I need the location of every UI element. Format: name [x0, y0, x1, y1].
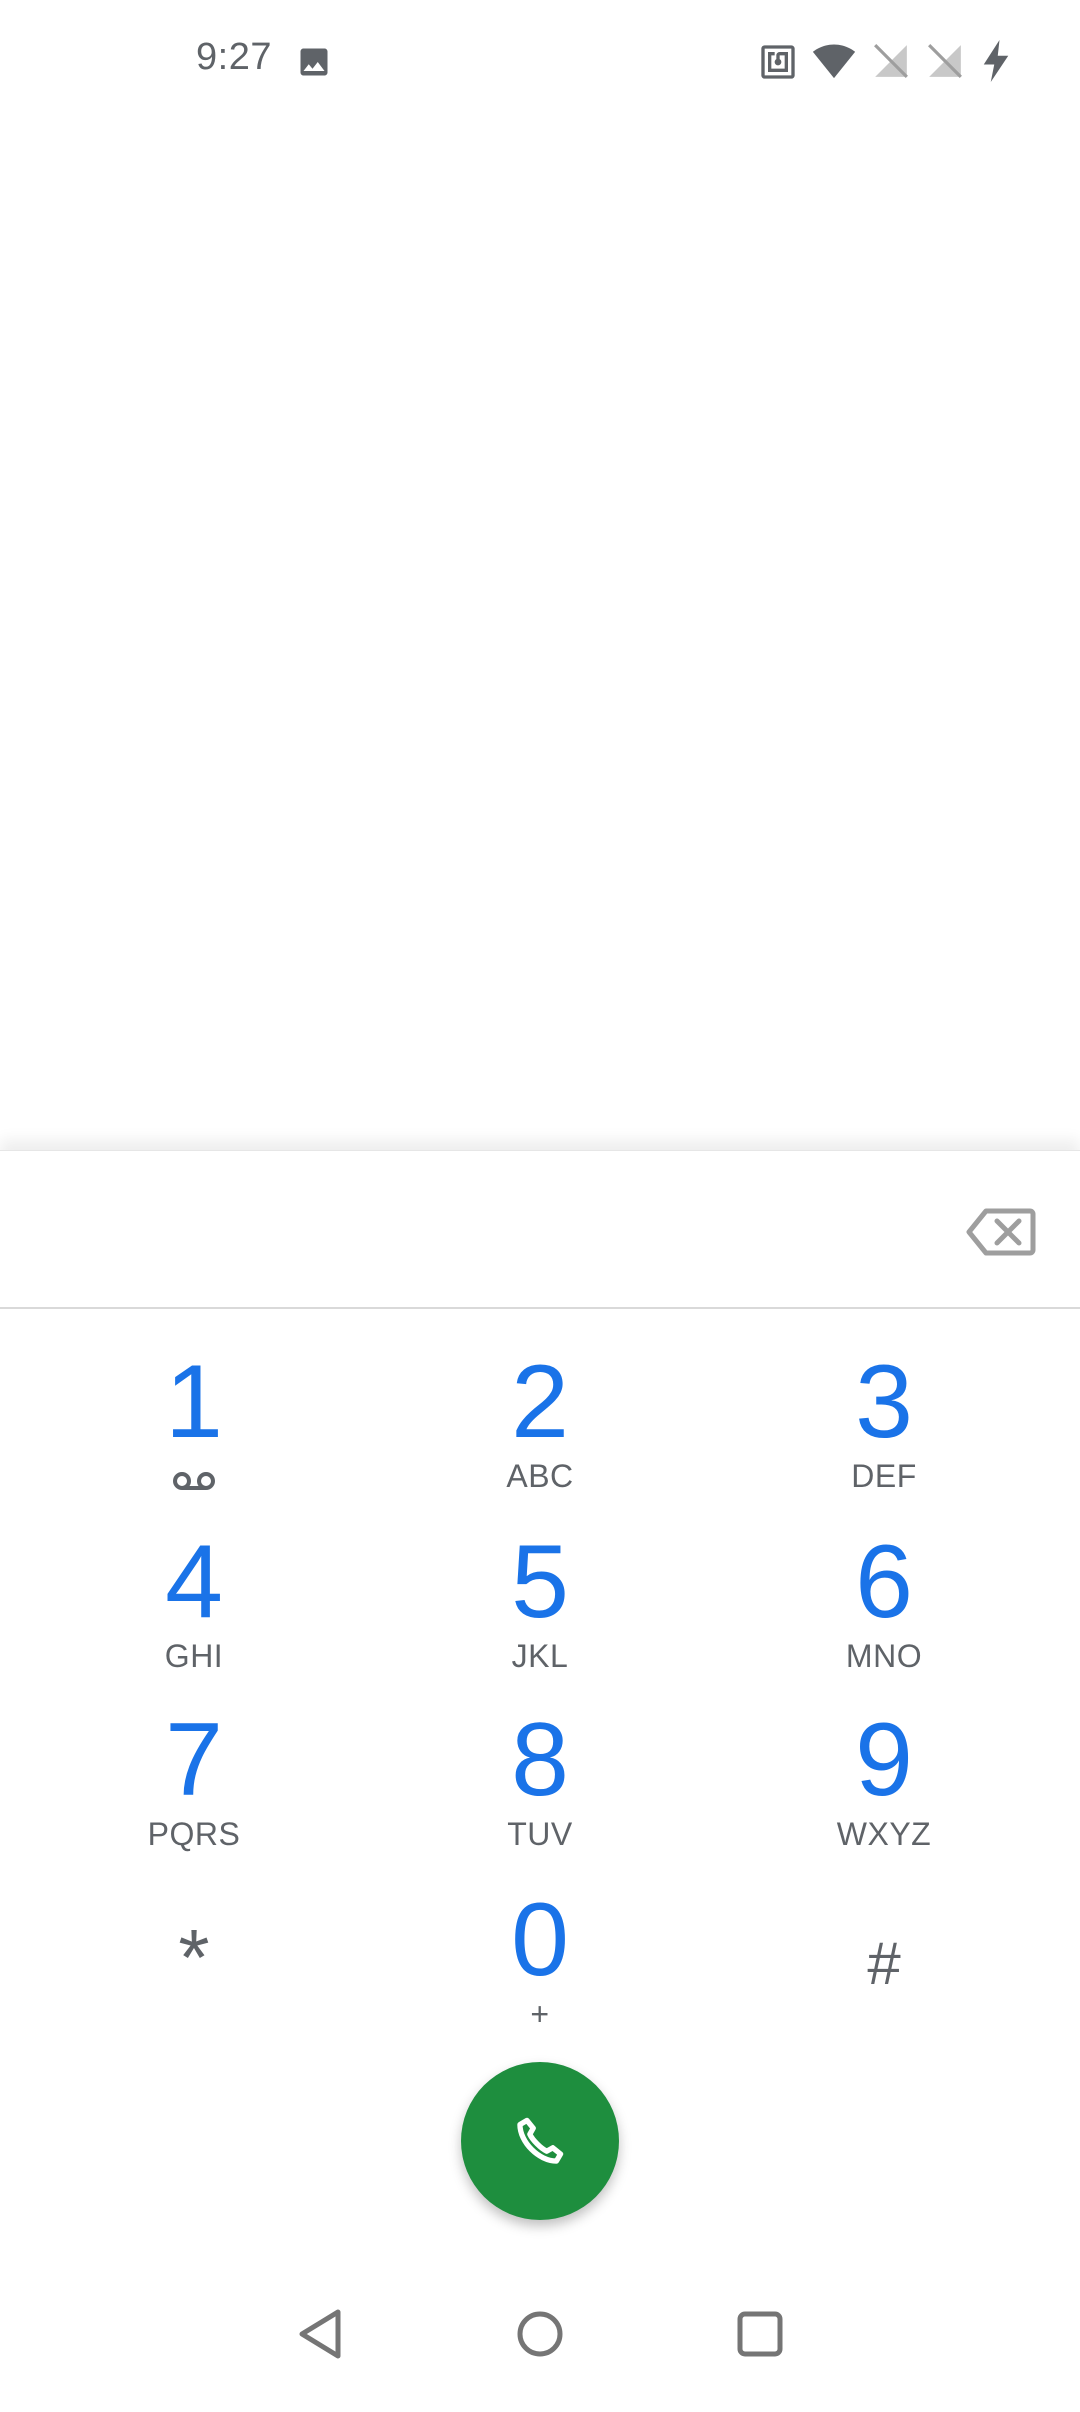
key-symbol: * [178, 1913, 210, 2002]
key-letters: ABC [506, 1458, 574, 1494]
back-triangle-icon[interactable] [292, 2304, 352, 2364]
key-symbol: # [867, 1930, 901, 1997]
no-sim-icon [926, 42, 964, 82]
key-star[interactable]: * [44, 1884, 344, 2054]
key-digit: 7 [165, 1702, 223, 1818]
image-icon [296, 44, 332, 84]
key-letters: DEF [851, 1458, 917, 1494]
key-letters: MNO [845, 1638, 923, 1674]
recents-square-icon[interactable] [730, 2304, 790, 2364]
key-1[interactable]: 1 [44, 1346, 344, 1516]
digits-input[interactable] [40, 1181, 920, 1281]
key-8[interactable]: 8 TUV [390, 1704, 690, 1874]
nfc-icon [758, 42, 798, 82]
key-letters: TUV [507, 1816, 573, 1852]
wifi-icon [812, 40, 856, 80]
key-digit: 8 [511, 1702, 569, 1818]
key-3[interactable]: 3 DEF [734, 1346, 1034, 1516]
voicemail-icon [172, 1470, 216, 1497]
backspace-icon[interactable] [966, 1207, 1036, 1257]
key-pound[interactable]: # [734, 1884, 1034, 2054]
status-bar: 9:27 [0, 0, 1080, 124]
key-letters: PQRS [147, 1816, 241, 1852]
key-2[interactable]: 2 ABC [390, 1346, 690, 1516]
key-digit: 4 [165, 1524, 223, 1640]
key-digit: 9 [855, 1702, 913, 1818]
key-6[interactable]: 6 MNO [734, 1526, 1034, 1696]
digits-row [0, 1151, 1080, 1309]
key-4[interactable]: 4 GHI [44, 1526, 344, 1696]
phone-icon [517, 2117, 564, 2164]
no-sim-icon [872, 42, 910, 82]
key-7[interactable]: 7 PQRS [44, 1704, 344, 1874]
key-9[interactable]: 9 WXYZ [734, 1704, 1034, 1874]
home-circle-icon[interactable] [510, 2304, 570, 2364]
key-digit: 6 [855, 1524, 913, 1640]
key-digit: 0 [511, 1882, 569, 1998]
call-button[interactable] [461, 2062, 619, 2220]
key-digit: 1 [165, 1344, 223, 1460]
content-area [0, 124, 1080, 1150]
key-letters: GHI [164, 1638, 224, 1674]
key-digit: 2 [511, 1344, 569, 1460]
key-letters: + [530, 1996, 550, 2032]
key-5[interactable]: 5 JKL [390, 1526, 690, 1696]
key-letters: WXYZ [836, 1816, 932, 1852]
key-digit: 5 [511, 1524, 569, 1640]
charging-icon [982, 40, 1010, 82]
status-time: 9:27 [196, 36, 272, 78]
key-digit: 3 [855, 1344, 913, 1460]
key-0[interactable]: 0 + [390, 1884, 690, 2054]
key-letters: JKL [511, 1638, 569, 1674]
